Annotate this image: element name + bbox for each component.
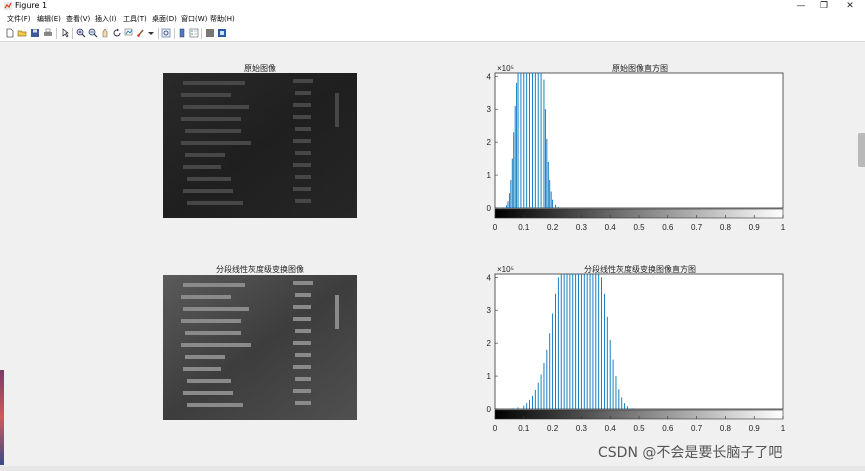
menu-view[interactable]: 查看(V) bbox=[66, 12, 90, 26]
save-icon[interactable] bbox=[30, 28, 40, 38]
y-tick-label: 3 bbox=[487, 306, 492, 315]
original-histogram: 0 1 2 3 4 ×10⁵ 0 0.1 0.2 0.3 0.4 0.5 0.6 0.7 0.8 0.9 1 bbox=[487, 64, 786, 232]
y-tick-label: 1 bbox=[487, 372, 492, 381]
brush-dropdown-icon[interactable] bbox=[146, 28, 156, 38]
hide-plot-tools-icon[interactable] bbox=[205, 28, 215, 38]
pointer-icon[interactable] bbox=[60, 28, 70, 38]
watermark-text: CSDN @不会是要长脑子了吧 bbox=[598, 445, 783, 461]
y-tick-label: 2 bbox=[487, 339, 492, 348]
show-plot-tools-icon[interactable] bbox=[217, 28, 227, 38]
menu-edit[interactable]: 编辑(E) bbox=[37, 12, 61, 26]
open-icon[interactable] bbox=[17, 28, 27, 38]
pan-icon[interactable] bbox=[100, 28, 110, 38]
toolbar-separator bbox=[158, 28, 159, 39]
y-exponent-label: ×10⁵ bbox=[497, 64, 514, 73]
new-figure-icon[interactable] bbox=[5, 28, 15, 38]
menu-tools[interactable]: 工具(T) bbox=[123, 12, 147, 26]
link-icon[interactable] bbox=[161, 28, 171, 38]
y-tick-label: 0 bbox=[487, 204, 492, 213]
transformed-histogram: 0 1 2 3 4 ×10⁵ 0 0.1 0.2 0.3 0.4 0.5 0.6 0.7 0.8 0.9 1 bbox=[487, 265, 786, 433]
brush-icon[interactable] bbox=[136, 28, 146, 38]
window-titlebar: Figure 1 — ❐ ✕ bbox=[0, 0, 865, 12]
toolbar-separator bbox=[174, 28, 175, 39]
menu-desktop[interactable]: 桌面(D) bbox=[152, 12, 177, 26]
y-tick-label: 4 bbox=[487, 273, 492, 282]
x-tick-label: 0.3 bbox=[576, 223, 588, 232]
toolbar-separator bbox=[56, 28, 57, 39]
x-tick-label: 0.3 bbox=[576, 424, 588, 433]
x-tick-label: 0.9 bbox=[749, 424, 761, 433]
window-bottom-edge bbox=[0, 466, 865, 471]
y-tick-label: 4 bbox=[487, 72, 492, 81]
x-tick-label: 0.1 bbox=[518, 223, 530, 232]
x-tick-label: 0.2 bbox=[547, 424, 559, 433]
figure-toolbar bbox=[0, 26, 865, 42]
menu-file[interactable]: 文件(F) bbox=[7, 12, 31, 26]
x-tick-label: 0.7 bbox=[691, 223, 703, 232]
x-tick-label: 0.4 bbox=[605, 223, 617, 232]
transformed-image-title: 分段线性灰度级变换图像 bbox=[216, 265, 304, 274]
x-tick-label: 0.7 bbox=[691, 424, 703, 433]
legend-icon[interactable] bbox=[189, 28, 199, 38]
data-cursor-icon[interactable] bbox=[124, 28, 134, 38]
original-image bbox=[163, 73, 357, 218]
matlab-app-icon bbox=[4, 2, 12, 10]
rotate-icon[interactable] bbox=[112, 28, 122, 38]
x-tick-label: 0.8 bbox=[720, 424, 732, 433]
menu-help[interactable]: 帮助(H) bbox=[210, 12, 235, 26]
side-panel-handle[interactable] bbox=[858, 133, 865, 167]
y-exponent-label: ×10⁵ bbox=[497, 265, 514, 274]
menu-insert[interactable]: 插入(I) bbox=[95, 12, 117, 26]
x-tick-label: 0.6 bbox=[662, 223, 674, 232]
x-tick-label: 0 bbox=[493, 424, 498, 433]
background-desktop-strip bbox=[0, 370, 4, 465]
x-tick-label: 0.8 bbox=[720, 223, 732, 232]
x-tick-label: 0.5 bbox=[633, 223, 645, 232]
y-tick-label: 0 bbox=[487, 405, 492, 414]
y-tick-label: 2 bbox=[487, 138, 492, 147]
x-tick-label: 0.4 bbox=[605, 424, 617, 433]
y-tick-label: 1 bbox=[487, 171, 492, 180]
zoom-in-icon[interactable] bbox=[76, 28, 86, 38]
x-tick-label: 0.5 bbox=[633, 424, 645, 433]
x-tick-label: 0.2 bbox=[547, 223, 559, 232]
toolbar-separator bbox=[201, 28, 202, 39]
x-tick-label: 0.6 bbox=[662, 424, 674, 433]
transformed-image bbox=[163, 275, 357, 420]
colorbar-icon[interactable] bbox=[177, 28, 187, 38]
toolbar-separator bbox=[72, 28, 73, 39]
print-icon[interactable] bbox=[43, 28, 53, 38]
menu-bar: 文件(F) 编辑(E) 查看(V) 插入(I) 工具(T) 桌面(D) 窗口(W… bbox=[0, 12, 865, 26]
maximize-button[interactable]: ❐ bbox=[811, 0, 837, 12]
x-tick-label: 0.9 bbox=[749, 223, 761, 232]
x-tick-label: 1 bbox=[781, 223, 786, 232]
x-tick-label: 0.1 bbox=[518, 424, 530, 433]
menu-window[interactable]: 窗口(W) bbox=[181, 12, 207, 26]
x-tick-label: 0 bbox=[493, 223, 498, 232]
y-tick-label: 3 bbox=[487, 105, 492, 114]
x-tick-label: 1 bbox=[781, 424, 786, 433]
zoom-out-icon[interactable] bbox=[88, 28, 98, 38]
window-title: Figure 1 bbox=[15, 1, 48, 10]
close-button[interactable]: ✕ bbox=[837, 0, 863, 12]
